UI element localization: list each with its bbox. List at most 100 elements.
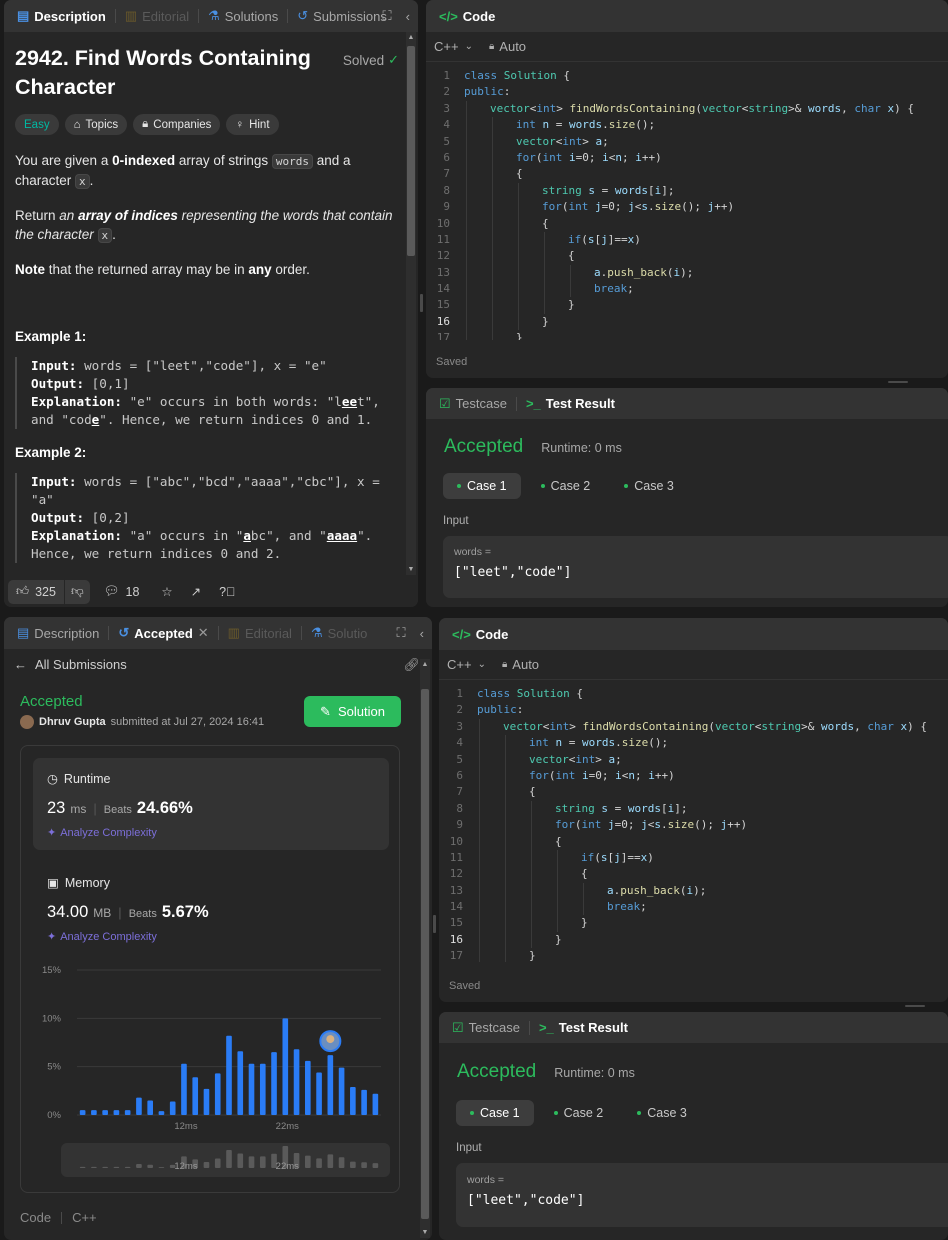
code-text: for(int j=0; j<s.size(); j++) (477, 817, 747, 834)
runtime-card[interactable]: ◷ Runtime 23 ms | Beats 24.66% ✦ Analyze… (33, 758, 389, 850)
language-select[interactable]: C++ ⌄ (447, 657, 486, 672)
tab-solutions[interactable]: ⚗ Solutio (306, 625, 372, 641)
code-token: class (477, 687, 517, 700)
scroll-up-icon[interactable]: ▲ (406, 34, 416, 41)
line-number: 1 (456, 687, 463, 700)
indent-guide (518, 281, 519, 298)
maximize-icon[interactable]: ⛶ (383, 8, 392, 24)
case-3-tab[interactable]: Case 3 (610, 473, 688, 499)
language-label: C++ (447, 657, 472, 672)
scroll-thumb[interactable] (421, 689, 429, 1219)
tab-code[interactable]: </> Code (447, 627, 513, 642)
case-label: Case 3 (634, 479, 674, 493)
code-editor[interactable]: 1 class Solution {2 public: 3 vector<int> fi… (426, 68, 948, 340)
code-token: (); (694, 818, 721, 832)
chart-bar (316, 1072, 322, 1115)
tab-submissions[interactable]: ↺ Submissions (292, 8, 392, 24)
indent-guide (583, 899, 584, 916)
horizontal-resize-handle[interactable] (888, 381, 908, 383)
share-icon[interactable]: ↗ (191, 584, 201, 599)
topics-chip[interactable]: ⌂ Topics (64, 114, 128, 135)
chart-overview-bar (327, 1154, 334, 1168)
input-value: words = ["leet","code"], x = "e" (76, 358, 327, 373)
tab-submissions-label: Submissions (313, 8, 387, 24)
companies-chip[interactable]: 🔒︎ Companies (133, 114, 221, 135)
star-icon[interactable]: ☆ (161, 584, 172, 599)
tab-testcase[interactable]: ☑ Testcase (434, 396, 512, 412)
hint-chip[interactable]: ♀ Hint (226, 114, 279, 135)
inline-code: words (271, 154, 314, 169)
maximize-icon[interactable]: ⛶ (397, 625, 406, 641)
tab-test-result[interactable]: >_ Test Result (521, 396, 620, 411)
runtime-distribution-chart[interactable]: 15% 10% 5% 0% 12ms 12ms 22ms 22ms (21, 956, 399, 1186)
code-line: 15} (426, 297, 948, 314)
auto-toggle[interactable]: 🔒︎ Auto (489, 39, 526, 54)
tab-solutions[interactable]: ⚗ Solutions (203, 8, 283, 24)
code-token: vector (516, 134, 556, 148)
code-text: vector<int> a; (464, 133, 609, 150)
code-editor[interactable]: 1 class Solution {2 public: 3 vector<int> fi… (439, 686, 948, 962)
indent-guide (466, 264, 467, 282)
code-token: , (854, 719, 868, 733)
horizontal-resize-handle[interactable] (905, 1005, 925, 1007)
tab-description[interactable]: ▤ Description (12, 8, 111, 24)
dislike-button[interactable]: 👎︎ (63, 579, 90, 604)
code-token: vector (714, 719, 755, 733)
collapse-icon[interactable]: ‹ (420, 626, 424, 641)
line-number: 15 (449, 916, 463, 930)
chart-overview-bar (259, 1156, 266, 1168)
analyze-complexity-link[interactable]: ✦ Analyze Complexity (47, 930, 157, 944)
submission-scrollbar[interactable]: ▲ ▼ (420, 659, 430, 1238)
code-token: ) (647, 850, 654, 864)
flask-icon: ⚗ (310, 625, 323, 640)
code-line: 4 int n = words.size(); (439, 735, 948, 752)
analyze-complexity-link[interactable]: ✦ Analyze Complexity (47, 826, 157, 840)
vertical-resize-handle[interactable] (433, 915, 436, 933)
close-icon[interactable]: ✕ (198, 625, 209, 641)
link-icon[interactable]: 🔗︎ (403, 657, 420, 673)
tab-testcase[interactable]: ☑ Testcase (447, 1020, 525, 1036)
case-1-tab[interactable]: Case 1 (456, 1100, 534, 1126)
case-2-tab[interactable]: Case 2 (540, 1100, 618, 1126)
case-1-tab[interactable]: Case 1 (443, 473, 521, 499)
code-token: ( (561, 200, 569, 214)
help-icon[interactable]: ?⃝ (219, 585, 235, 599)
code-token: > (582, 134, 596, 148)
case-2-tab[interactable]: Case 2 (527, 473, 605, 499)
memory-section[interactable]: ▣ Memory 34.00 MB | Beats 5.67% ✦ Analyz… (33, 862, 389, 952)
tab-editorial-label: Editorial (244, 625, 292, 641)
topics-label: Topics (85, 118, 119, 131)
scroll-down-icon[interactable]: ▼ (406, 566, 416, 573)
beats-label: Beats (103, 804, 132, 816)
tab-editorial[interactable]: ▥ Editorial (120, 8, 194, 24)
code-token: { (569, 687, 583, 700)
scroll-thumb[interactable] (407, 46, 415, 256)
code-text: } (477, 931, 562, 949)
explanation-text: "a" occurs in " (122, 528, 244, 543)
code-line: 1 class Solution { (426, 68, 948, 84)
solution-button[interactable]: ✎ Solution (304, 696, 401, 727)
solution-label: Solution (337, 704, 385, 719)
tab-accepted[interactable]: ↺ Accepted ✕ (113, 625, 213, 641)
like-button[interactable]: 👍︎ 325 (8, 579, 64, 604)
language-select[interactable]: C++ ⌄ (434, 39, 473, 54)
line-number: 17 (436, 331, 450, 340)
code-text: string s = words[i]; (464, 182, 674, 200)
tab-editorial[interactable]: ▥ Editorial (223, 625, 297, 641)
scroll-down-icon[interactable]: ▼ (420, 1229, 430, 1236)
tab-description[interactable]: ▤ Description (12, 625, 104, 641)
comments-button[interactable]: 💬︎ 18 (104, 584, 140, 599)
auto-toggle[interactable]: 🔒︎ Auto (502, 657, 539, 672)
line-number: 1 (443, 69, 450, 82)
tab-code[interactable]: </> Code (434, 9, 500, 24)
arrow-left-icon: ← (14, 657, 27, 672)
vertical-resize-handle[interactable] (420, 294, 423, 312)
description-scrollbar[interactable]: ▲ ▼ (406, 32, 416, 575)
scroll-up-icon[interactable]: ▲ (420, 661, 430, 668)
editor-toolbar: C++ ⌄ 🔒︎ Auto (439, 650, 948, 680)
back-row[interactable]: ← All Submissions (14, 657, 127, 672)
case-3-tab[interactable]: Case 3 (623, 1100, 701, 1126)
collapse-icon[interactable]: ‹ (406, 9, 410, 24)
tab-test-result[interactable]: >_ Test Result (534, 1020, 633, 1035)
sparkle-icon: ✦ (47, 931, 57, 943)
